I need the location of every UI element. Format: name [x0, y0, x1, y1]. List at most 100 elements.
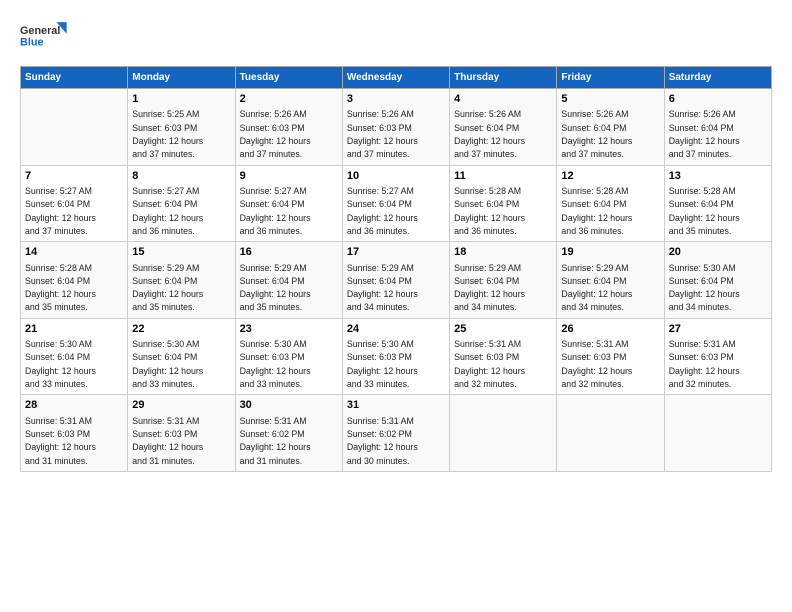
calendar-cell: 11Sunrise: 5:28 AMSunset: 6:04 PMDayligh…	[450, 165, 557, 242]
cell-content: Sunrise: 5:25 AMSunset: 6:03 PMDaylight:…	[132, 109, 203, 159]
day-number: 30	[240, 398, 338, 413]
cell-content: Sunrise: 5:30 AMSunset: 6:04 PMDaylight:…	[669, 263, 740, 313]
cell-content: Sunrise: 5:30 AMSunset: 6:04 PMDaylight:…	[132, 339, 203, 389]
calendar-cell: 14 Sunrise: 5:28 AMSunset: 6:04 PMDayligh…	[21, 242, 128, 319]
cell-content: Sunrise: 5:26 AMSunset: 6:03 PMDaylight:…	[240, 109, 311, 159]
calendar-cell: 31 Sunrise: 5:31 AMSunset: 6:02 PMDayligh…	[342, 395, 449, 472]
calendar-table: SundayMondayTuesdayWednesdayThursdayFrid…	[20, 66, 772, 472]
cell-content: Sunrise: 5:31 AMSunset: 6:03 PMDaylight:…	[561, 339, 632, 389]
day-number: 1	[132, 92, 230, 107]
day-number: 2	[240, 92, 338, 107]
cell-content: Sunrise: 5:31 AMSunset: 6:03 PMDaylight:…	[454, 339, 525, 389]
col-header-sunday: Sunday	[21, 67, 128, 89]
col-header-saturday: Saturday	[664, 67, 771, 89]
calendar-cell: 29Sunrise: 5:31 AMSunset: 6:03 PMDayligh…	[128, 395, 235, 472]
cell-content: Sunrise: 5:26 AMSunset: 6:04 PMDaylight:…	[669, 109, 740, 159]
cell-content: Sunrise: 5:31 AMSunset: 6:03 PMDaylight:…	[669, 339, 740, 389]
page-header: General Blue	[20, 18, 772, 58]
cell-content: Sunrise: 5:27 AMSunset: 6:04 PMDaylight:…	[347, 186, 418, 236]
calendar-cell	[557, 395, 664, 472]
day-number: 3	[347, 92, 445, 107]
day-number: 20	[669, 245, 767, 260]
day-number: 21	[25, 322, 123, 337]
day-number: 24	[347, 322, 445, 337]
week-row-5: 28 Sunrise: 5:31 AMSunset: 6:03 PMDayligh…	[21, 395, 772, 472]
calendar-cell: 25 Sunrise: 5:31 AMSunset: 6:03 PMDayligh…	[450, 318, 557, 395]
day-number: 31	[347, 398, 445, 413]
calendar-cell: 6 Sunrise: 5:26 AMSunset: 6:04 PMDaylight…	[664, 89, 771, 166]
calendar-cell: 8Sunrise: 5:27 AMSunset: 6:04 PMDaylight…	[128, 165, 235, 242]
calendar-cell: 27 Sunrise: 5:31 AMSunset: 6:03 PMDayligh…	[664, 318, 771, 395]
day-number: 11	[454, 169, 552, 184]
calendar-cell	[450, 395, 557, 472]
svg-text:General: General	[20, 25, 60, 37]
cell-content: Sunrise: 5:31 AMSunset: 6:02 PMDaylight:…	[347, 416, 418, 466]
col-header-thursday: Thursday	[450, 67, 557, 89]
calendar-cell: 20 Sunrise: 5:30 AMSunset: 6:04 PMDayligh…	[664, 242, 771, 319]
cell-content: Sunrise: 5:29 AMSunset: 6:04 PMDaylight:…	[240, 263, 311, 313]
day-number: 29	[132, 398, 230, 413]
calendar-cell: 21 Sunrise: 5:30 AMSunset: 6:04 PMDayligh…	[21, 318, 128, 395]
cell-content: Sunrise: 5:26 AMSunset: 6:04 PMDaylight:…	[561, 109, 632, 159]
header-row: SundayMondayTuesdayWednesdayThursdayFrid…	[21, 67, 772, 89]
week-row-3: 14 Sunrise: 5:28 AMSunset: 6:04 PMDayligh…	[21, 242, 772, 319]
calendar-cell: 1 Sunrise: 5:25 AMSunset: 6:03 PMDaylight…	[128, 89, 235, 166]
cell-content: Sunrise: 5:26 AMSunset: 6:04 PMDaylight:…	[454, 109, 525, 159]
cell-content: Sunrise: 5:28 AMSunset: 6:04 PMDaylight:…	[669, 186, 740, 236]
calendar-cell: 28 Sunrise: 5:31 AMSunset: 6:03 PMDayligh…	[21, 395, 128, 472]
day-number: 28	[25, 398, 123, 413]
week-row-1: 1 Sunrise: 5:25 AMSunset: 6:03 PMDaylight…	[21, 89, 772, 166]
calendar-cell: 16Sunrise: 5:29 AMSunset: 6:04 PMDayligh…	[235, 242, 342, 319]
cell-content: Sunrise: 5:31 AMSunset: 6:03 PMDaylight:…	[25, 416, 96, 466]
col-header-monday: Monday	[128, 67, 235, 89]
cell-content: Sunrise: 5:30 AMSunset: 6:03 PMDaylight:…	[240, 339, 311, 389]
day-number: 14	[25, 245, 123, 260]
calendar-cell: 15 Sunrise: 5:29 AMSunset: 6:04 PMDayligh…	[128, 242, 235, 319]
day-number: 17	[347, 245, 445, 260]
logo: General Blue	[20, 18, 70, 58]
cell-content: Sunrise: 5:27 AMSunset: 6:04 PMDaylight:…	[25, 186, 96, 236]
col-header-wednesday: Wednesday	[342, 67, 449, 89]
cell-content: Sunrise: 5:28 AMSunset: 6:04 PMDaylight:…	[25, 263, 96, 313]
cell-content: Sunrise: 5:30 AMSunset: 6:03 PMDaylight:…	[347, 339, 418, 389]
day-number: 7	[25, 169, 123, 184]
col-header-tuesday: Tuesday	[235, 67, 342, 89]
cell-content: Sunrise: 5:29 AMSunset: 6:04 PMDaylight:…	[347, 263, 418, 313]
calendar-cell: 17 Sunrise: 5:29 AMSunset: 6:04 PMDayligh…	[342, 242, 449, 319]
calendar-cell	[664, 395, 771, 472]
day-number: 25	[454, 322, 552, 337]
day-number: 27	[669, 322, 767, 337]
day-number: 6	[669, 92, 767, 107]
day-number: 8	[132, 169, 230, 184]
calendar-cell: 2 Sunrise: 5:26 AMSunset: 6:03 PMDaylight…	[235, 89, 342, 166]
calendar-cell: 10 Sunrise: 5:27 AMSunset: 6:04 PMDayligh…	[342, 165, 449, 242]
calendar-cell: 4 Sunrise: 5:26 AMSunset: 6:04 PMDaylight…	[450, 89, 557, 166]
day-number: 15	[132, 245, 230, 260]
calendar-cell: 23 Sunrise: 5:30 AMSunset: 6:03 PMDayligh…	[235, 318, 342, 395]
calendar-cell: 7 Sunrise: 5:27 AMSunset: 6:04 PMDaylight…	[21, 165, 128, 242]
svg-text:Blue: Blue	[20, 37, 43, 49]
cell-content: Sunrise: 5:29 AMSunset: 6:04 PMDaylight:…	[454, 263, 525, 313]
day-number: 5	[561, 92, 659, 107]
day-number: 18	[454, 245, 552, 260]
cell-content: Sunrise: 5:29 AMSunset: 6:04 PMDaylight:…	[132, 263, 203, 313]
calendar-cell: 30Sunrise: 5:31 AMSunset: 6:02 PMDayligh…	[235, 395, 342, 472]
day-number: 10	[347, 169, 445, 184]
cell-content: Sunrise: 5:27 AMSunset: 6:04 PMDaylight:…	[240, 186, 311, 236]
cell-content: Sunrise: 5:30 AMSunset: 6:04 PMDaylight:…	[25, 339, 96, 389]
calendar-cell: 24 Sunrise: 5:30 AMSunset: 6:03 PMDayligh…	[342, 318, 449, 395]
day-number: 23	[240, 322, 338, 337]
logo-svg: General Blue	[20, 18, 70, 58]
calendar-cell: 3Sunrise: 5:26 AMSunset: 6:03 PMDaylight…	[342, 89, 449, 166]
day-number: 12	[561, 169, 659, 184]
week-row-4: 21 Sunrise: 5:30 AMSunset: 6:04 PMDayligh…	[21, 318, 772, 395]
col-header-friday: Friday	[557, 67, 664, 89]
cell-content: Sunrise: 5:28 AMSunset: 6:04 PMDaylight:…	[561, 186, 632, 236]
day-number: 4	[454, 92, 552, 107]
calendar-cell	[21, 89, 128, 166]
day-number: 13	[669, 169, 767, 184]
day-number: 26	[561, 322, 659, 337]
day-number: 22	[132, 322, 230, 337]
calendar-cell: 13 Sunrise: 5:28 AMSunset: 6:04 PMDayligh…	[664, 165, 771, 242]
calendar-cell: 12 Sunrise: 5:28 AMSunset: 6:04 PMDayligh…	[557, 165, 664, 242]
